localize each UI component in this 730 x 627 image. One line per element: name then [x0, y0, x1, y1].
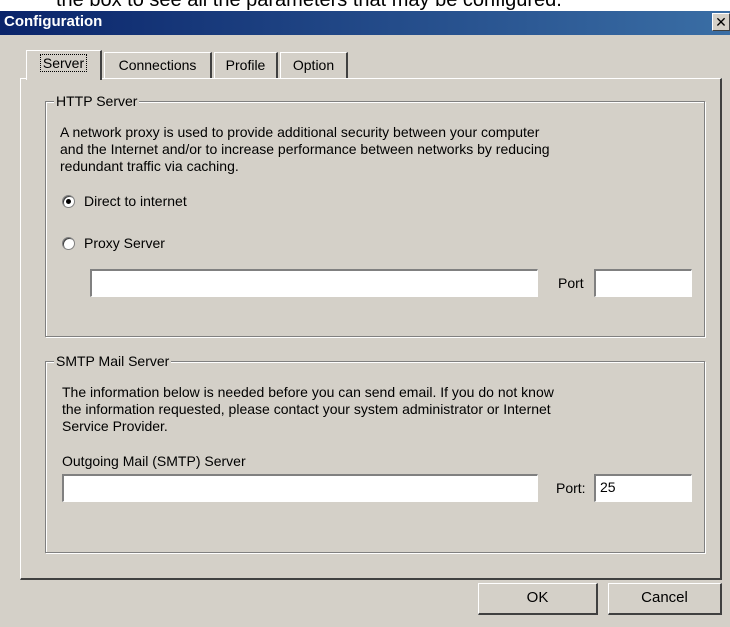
http-description-line-3: redundant traffic via caching.	[60, 158, 239, 174]
configuration-dialog: Configuration ✕ Server Connections Profi…	[0, 11, 730, 627]
smtp-group-title: SMTP Mail Server	[54, 353, 172, 369]
http-server-group: HTTP Server A network proxy is used to p…	[45, 93, 705, 337]
outgoing-mail-input[interactable]	[62, 474, 538, 502]
http-description-line-2: and the Internet and/or to increase perf…	[60, 141, 550, 157]
dialog-title: Configuration	[4, 13, 103, 30]
ok-button[interactable]: OK	[478, 583, 598, 615]
tab-connections[interactable]: Connections	[104, 52, 212, 78]
direct-internet-label[interactable]: Direct to internet	[84, 193, 187, 210]
smtp-description-line-1: The information below is needed before y…	[62, 384, 554, 400]
smtp-port-input[interactable]: 25	[594, 474, 692, 502]
tab-server-label: Server	[39, 54, 88, 72]
tab-option[interactable]: Option	[280, 52, 348, 78]
proxy-server-radio[interactable]	[62, 237, 75, 250]
smtp-description-line-3: Service Provider.	[62, 418, 168, 434]
title-bar: Configuration ✕	[0, 11, 730, 35]
cancel-button[interactable]: Cancel	[608, 583, 722, 615]
tab-option-label: Option	[292, 57, 335, 73]
proxy-server-label[interactable]: Proxy Server	[84, 235, 165, 252]
tab-connections-label: Connections	[118, 57, 197, 73]
direct-internet-radio[interactable]	[62, 195, 75, 208]
outgoing-mail-label: Outgoing Mail (SMTP) Server	[62, 453, 246, 469]
server-tab-panel: HTTP Server A network proxy is used to p…	[20, 78, 722, 580]
smtp-server-group: SMTP Mail Server The information below i…	[45, 353, 705, 553]
radio-selected-dot	[66, 199, 71, 204]
proxy-port-input[interactable]	[594, 269, 692, 297]
smtp-port-label: Port:	[556, 480, 586, 496]
tab-profile-label: Profile	[225, 57, 266, 73]
caption-text: the box to see all the parameters that m…	[56, 0, 562, 11]
caption-strip: the box to see all the parameters that m…	[0, 0, 730, 11]
tab-profile[interactable]: Profile	[214, 52, 278, 78]
smtp-description-line-2: the information requested, please contac…	[62, 401, 551, 417]
http-description-line-1: A network proxy is used to provide addit…	[60, 124, 540, 140]
http-group-title: HTTP Server	[54, 93, 140, 109]
proxy-server-input[interactable]	[90, 269, 538, 297]
proxy-port-label: Port	[558, 275, 584, 291]
tab-server[interactable]: Server	[26, 50, 102, 80]
close-icon[interactable]: ✕	[712, 13, 730, 31]
